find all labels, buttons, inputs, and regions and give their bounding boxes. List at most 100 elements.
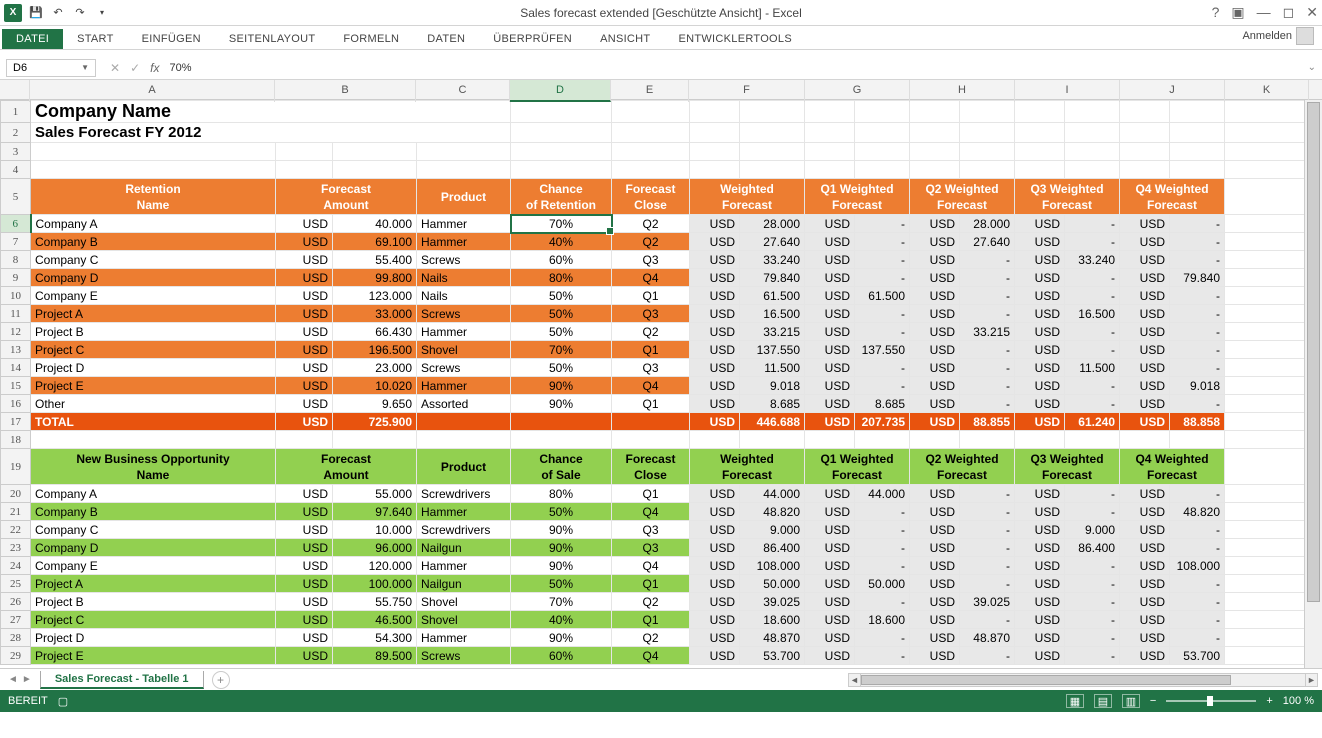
table-header[interactable]: Q2 WeightedForecast: [910, 449, 1015, 485]
help-icon[interactable]: ?: [1212, 4, 1220, 21]
hscroll-right-icon[interactable]: ►: [1305, 674, 1317, 686]
ribbon-tab-entwicklertools[interactable]: ENTWICKLERTOOLS: [664, 29, 806, 49]
ribbon-tab-ansicht[interactable]: ANSICHT: [586, 29, 664, 49]
row-header-17[interactable]: 17: [1, 413, 31, 431]
table-header[interactable]: ForecastClose: [612, 449, 690, 485]
col-header-D[interactable]: D: [510, 80, 611, 102]
add-sheet-button[interactable]: +: [212, 671, 230, 689]
table-header[interactable]: ForecastAmount: [276, 179, 417, 215]
ribbon-tab-datei[interactable]: DATEI: [2, 29, 63, 49]
row-header-26[interactable]: 26: [1, 593, 31, 611]
row-header-13[interactable]: 13: [1, 341, 31, 359]
table-header[interactable]: Q4 WeightedForecast: [1120, 179, 1225, 215]
table-header[interactable]: ForecastClose: [612, 179, 690, 215]
row-header-28[interactable]: 28: [1, 629, 31, 647]
table-header[interactable]: Q2 WeightedForecast: [910, 179, 1015, 215]
table-header[interactable]: ForecastAmount: [276, 449, 417, 485]
vertical-scrollbar[interactable]: [1304, 100, 1322, 668]
ribbon-display-icon[interactable]: ▣: [1231, 4, 1244, 21]
col-header-J[interactable]: J: [1120, 80, 1225, 102]
maximize-icon[interactable]: ◻: [1283, 4, 1295, 21]
row-header-14[interactable]: 14: [1, 359, 31, 377]
ribbon-tab-einfügen[interactable]: EINFÜGEN: [128, 29, 215, 49]
qat-dropdown-icon[interactable]: ▾: [94, 5, 110, 21]
sheet-tab-active[interactable]: Sales Forecast - Tabelle 1: [40, 671, 204, 689]
zoom-in-icon[interactable]: +: [1266, 695, 1272, 707]
sheet-table[interactable]: 1Company Name2Sales Forecast FY 2012345R…: [0, 100, 1305, 665]
macro-record-icon[interactable]: ▢: [58, 695, 68, 708]
row-header-25[interactable]: 25: [1, 575, 31, 593]
row-header-6[interactable]: 6: [1, 215, 31, 233]
table-header[interactable]: Product: [417, 179, 511, 215]
ribbon-tab-formeln[interactable]: FORMELN: [329, 29, 413, 49]
table-header[interactable]: Product: [417, 449, 511, 485]
view-pagebreak-icon[interactable]: ▥: [1122, 694, 1140, 708]
table-header[interactable]: WeightedForecast: [690, 449, 805, 485]
row-header-15[interactable]: 15: [1, 377, 31, 395]
row-header-10[interactable]: 10: [1, 287, 31, 305]
row-header-12[interactable]: 12: [1, 323, 31, 341]
table-header[interactable]: New Business OpportunityName: [31, 449, 276, 485]
table-header[interactable]: Q3 WeightedForecast: [1015, 449, 1120, 485]
hscroll-left-icon[interactable]: ◄: [849, 674, 861, 686]
col-header-A[interactable]: A: [30, 80, 275, 102]
scroll-thumb[interactable]: [1307, 102, 1320, 602]
table-header[interactable]: Q1 WeightedForecast: [805, 449, 910, 485]
row-header-1[interactable]: 1: [1, 101, 31, 123]
zoom-slider[interactable]: [1166, 700, 1256, 702]
row-header-22[interactable]: 22: [1, 521, 31, 539]
view-pagelayout-icon[interactable]: ▤: [1094, 694, 1112, 708]
row-header-11[interactable]: 11: [1, 305, 31, 323]
accept-formula-icon[interactable]: ✓: [130, 61, 140, 75]
row-header-19[interactable]: 19: [1, 449, 31, 485]
table-header[interactable]: Q3 WeightedForecast: [1015, 179, 1120, 215]
table-header[interactable]: Q4 WeightedForecast: [1120, 449, 1225, 485]
zoom-out-icon[interactable]: −: [1150, 695, 1156, 707]
company-name-title[interactable]: Company Name: [31, 101, 511, 123]
col-header-F[interactable]: F: [689, 80, 805, 102]
save-icon[interactable]: 💾: [28, 5, 44, 21]
row-header-18[interactable]: 18: [1, 431, 31, 449]
name-box-dropdown-icon[interactable]: ▼: [81, 63, 89, 72]
formula-input[interactable]: 70%: [169, 62, 191, 74]
row-header-16[interactable]: 16: [1, 395, 31, 413]
col-header-G[interactable]: G: [805, 80, 910, 102]
sheet-nav-next-icon[interactable]: ►: [22, 674, 32, 685]
row-header-2[interactable]: 2: [1, 123, 31, 143]
ribbon-tab-start[interactable]: START: [63, 29, 128, 49]
col-header-K[interactable]: K: [1225, 80, 1309, 102]
zoom-handle[interactable]: [1207, 696, 1213, 706]
table-header[interactable]: WeightedForecast: [690, 179, 805, 215]
ribbon-tab-seitenlayout[interactable]: SEITENLAYOUT: [215, 29, 330, 49]
select-all-cell[interactable]: [0, 80, 30, 102]
sheet-nav-prev-icon[interactable]: ◄: [8, 674, 18, 685]
ribbon-tab-überprüfen[interactable]: ÜBERPRÜFEN: [479, 29, 586, 49]
spreadsheet-grid[interactable]: ABCDEFGHIJK 1Company Name2Sales Forecast…: [0, 80, 1322, 668]
col-header-C[interactable]: C: [416, 80, 510, 102]
table-header[interactable]: Q1 WeightedForecast: [805, 179, 910, 215]
cancel-formula-icon[interactable]: ✕: [110, 61, 120, 75]
zoom-level[interactable]: 100 %: [1283, 695, 1314, 707]
row-header-24[interactable]: 24: [1, 557, 31, 575]
col-header-B[interactable]: B: [275, 80, 416, 102]
fx-icon[interactable]: fx: [150, 61, 159, 75]
row-header-27[interactable]: 27: [1, 611, 31, 629]
row-header-20[interactable]: 20: [1, 485, 31, 503]
minimize-icon[interactable]: —: [1257, 4, 1271, 21]
row-header-9[interactable]: 9: [1, 269, 31, 287]
row-header-7[interactable]: 7: [1, 233, 31, 251]
row-header-8[interactable]: 8: [1, 251, 31, 269]
table-header[interactable]: RetentionName: [31, 179, 276, 215]
row-header-29[interactable]: 29: [1, 647, 31, 665]
redo-icon[interactable]: ↷: [72, 5, 88, 21]
row-header-21[interactable]: 21: [1, 503, 31, 521]
close-icon[interactable]: ✕: [1306, 4, 1318, 21]
col-header-E[interactable]: E: [611, 80, 689, 102]
row-header-23[interactable]: 23: [1, 539, 31, 557]
row-header-4[interactable]: 4: [1, 161, 31, 179]
hscroll-thumb[interactable]: [861, 675, 1231, 685]
horizontal-scrollbar[interactable]: ◄ ►: [848, 673, 1318, 687]
name-box[interactable]: D6 ▼: [6, 59, 96, 77]
table-header[interactable]: Chanceof Retention: [511, 179, 612, 215]
view-normal-icon[interactable]: ▦: [1066, 694, 1084, 708]
